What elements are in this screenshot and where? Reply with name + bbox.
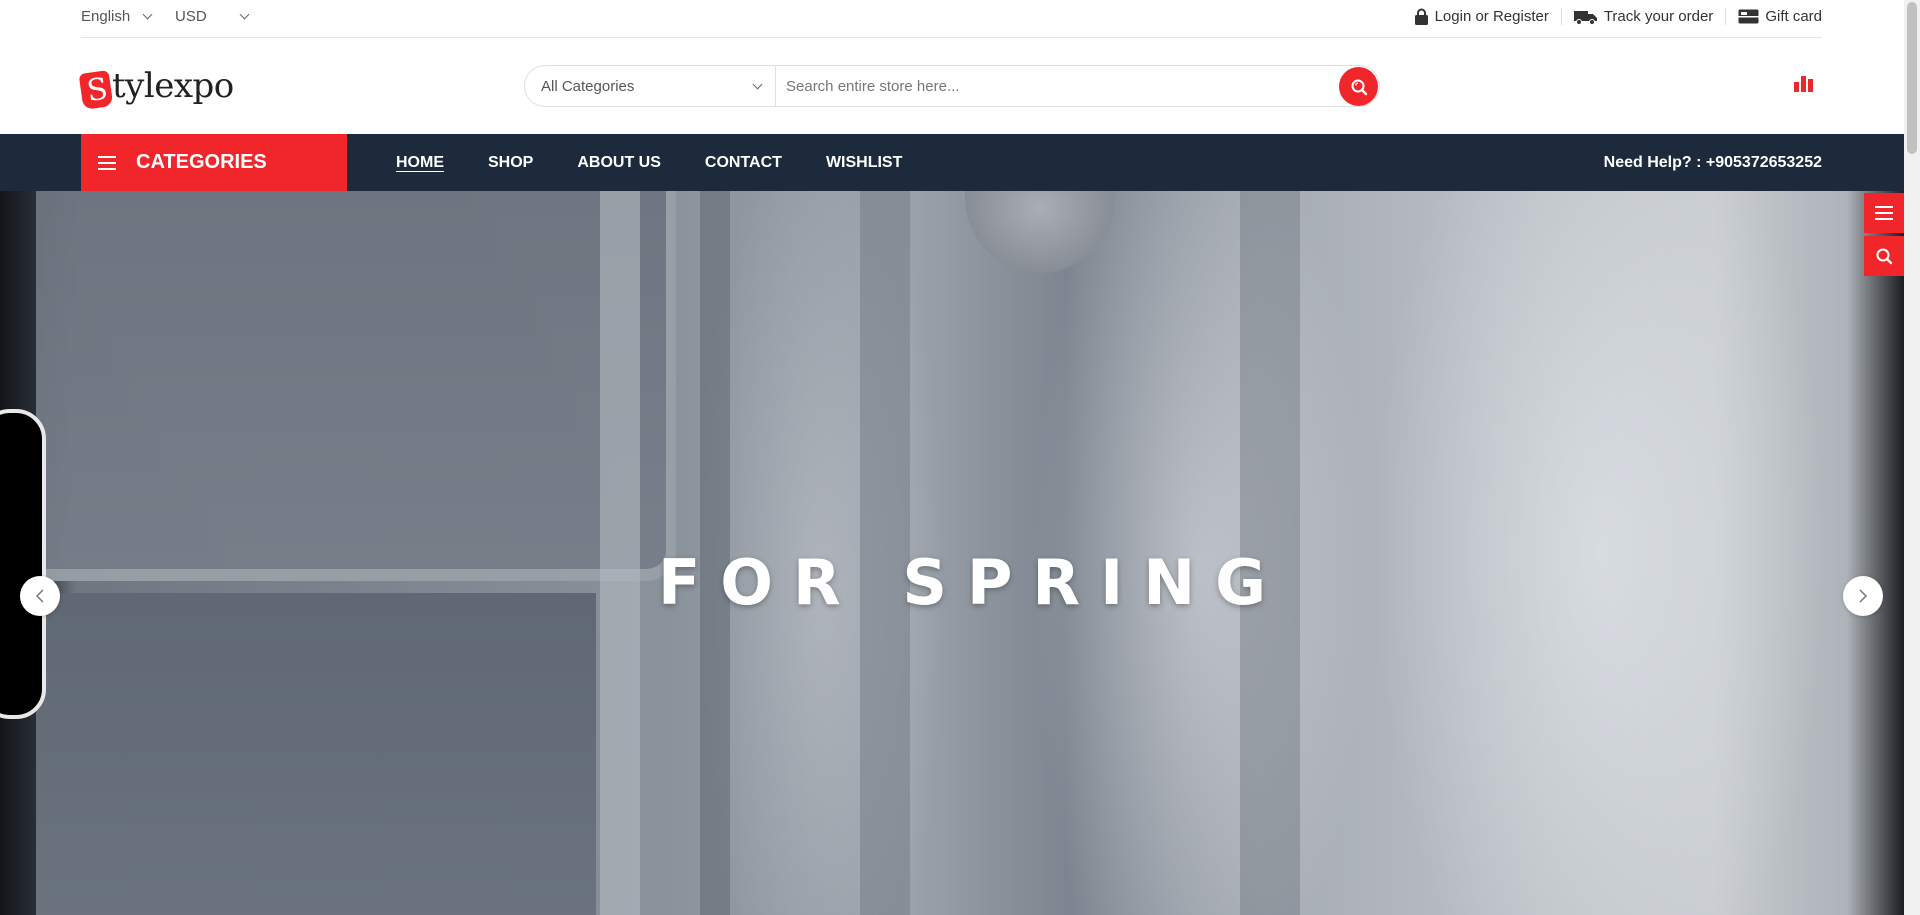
chevron-down-icon bbox=[239, 9, 250, 20]
bar-chart-icon[interactable] bbox=[1794, 76, 1814, 97]
search-bar: All Categories bbox=[524, 65, 1380, 107]
chevron-down-icon bbox=[752, 79, 763, 89]
category-select[interactable]: All Categories bbox=[525, 66, 776, 106]
side-menu-button[interactable] bbox=[1864, 193, 1904, 233]
slider-prev-button[interactable] bbox=[20, 576, 60, 616]
hamburger-icon bbox=[98, 155, 116, 170]
hero-title: FOR SPRING bbox=[657, 546, 1287, 619]
search-icon bbox=[1875, 247, 1893, 265]
page-scrollbar[interactable] bbox=[1904, 0, 1920, 915]
search-icon bbox=[1350, 78, 1368, 96]
site-logo[interactable]: S tylexpo bbox=[78, 62, 246, 112]
hero-bg-shape bbox=[36, 593, 596, 915]
truck-icon bbox=[1573, 9, 1598, 25]
login-register-link[interactable]: Login or Register bbox=[1402, 8, 1561, 25]
currency-selector[interactable]: USD bbox=[175, 8, 250, 25]
categories-label: CATEGORIES bbox=[136, 151, 267, 173]
side-toolbar bbox=[1864, 193, 1904, 279]
lock-icon bbox=[1414, 8, 1429, 25]
track-order-link[interactable]: Track your order bbox=[1560, 8, 1725, 25]
top-links: Login or Register Track your order Gift … bbox=[1402, 8, 1822, 25]
nav-item-home[interactable]: HOME bbox=[396, 154, 444, 172]
slider-next-button[interactable] bbox=[1843, 576, 1883, 616]
language-selector[interactable]: English bbox=[81, 8, 153, 25]
hero-bg-shape bbox=[965, 191, 1115, 273]
hero-slider: FOR SPRING bbox=[0, 191, 1904, 915]
logo-tag-icon: S bbox=[78, 70, 114, 110]
scrollbar-thumb[interactable] bbox=[1907, 2, 1917, 154]
top-bar: English USD Login or Register Track your… bbox=[0, 0, 1904, 38]
chevron-left-icon bbox=[35, 589, 45, 603]
gift-card-link[interactable]: Gift card bbox=[1725, 8, 1822, 25]
top-bar-inner: English USD Login or Register Track your… bbox=[81, 0, 1822, 38]
nav-item-wishlist[interactable]: WISHLIST bbox=[826, 154, 902, 172]
gift-card-label: Gift card bbox=[1765, 8, 1822, 25]
nav-item-shop[interactable]: SHOP bbox=[488, 154, 533, 172]
hero-bg-shape bbox=[36, 191, 676, 581]
main-nav: CATEGORIES HOME SHOP ABOUT US CONTACT WI… bbox=[0, 134, 1904, 191]
login-register-label: Login or Register bbox=[1434, 8, 1549, 25]
header: S tylexpo All Categories bbox=[0, 38, 1904, 134]
help-phone: Need Help? : +905372653252 bbox=[1603, 153, 1822, 171]
hamburger-icon bbox=[1875, 206, 1893, 220]
language-label: English bbox=[81, 8, 131, 25]
page: English USD Login or Register Track your… bbox=[0, 0, 1920, 915]
chevron-down-icon bbox=[142, 9, 153, 20]
chevron-right-icon bbox=[1858, 589, 1868, 603]
side-search-button[interactable] bbox=[1864, 236, 1904, 276]
nav-item-about-us[interactable]: ABOUT US bbox=[577, 154, 661, 172]
track-order-label: Track your order bbox=[1603, 8, 1714, 25]
currency-label: USD bbox=[175, 8, 207, 25]
search-input[interactable] bbox=[776, 66, 1379, 106]
logo-text: tylexpo bbox=[112, 66, 234, 106]
search-button[interactable] bbox=[1339, 67, 1378, 106]
categories-button[interactable]: CATEGORIES bbox=[81, 134, 347, 191]
gift-card-icon bbox=[1738, 9, 1759, 24]
nav-menu: HOME SHOP ABOUT US CONTACT WISHLIST bbox=[396, 134, 902, 191]
nav-item-contact[interactable]: CONTACT bbox=[705, 154, 782, 172]
category-select-value: All Categories bbox=[541, 77, 635, 95]
